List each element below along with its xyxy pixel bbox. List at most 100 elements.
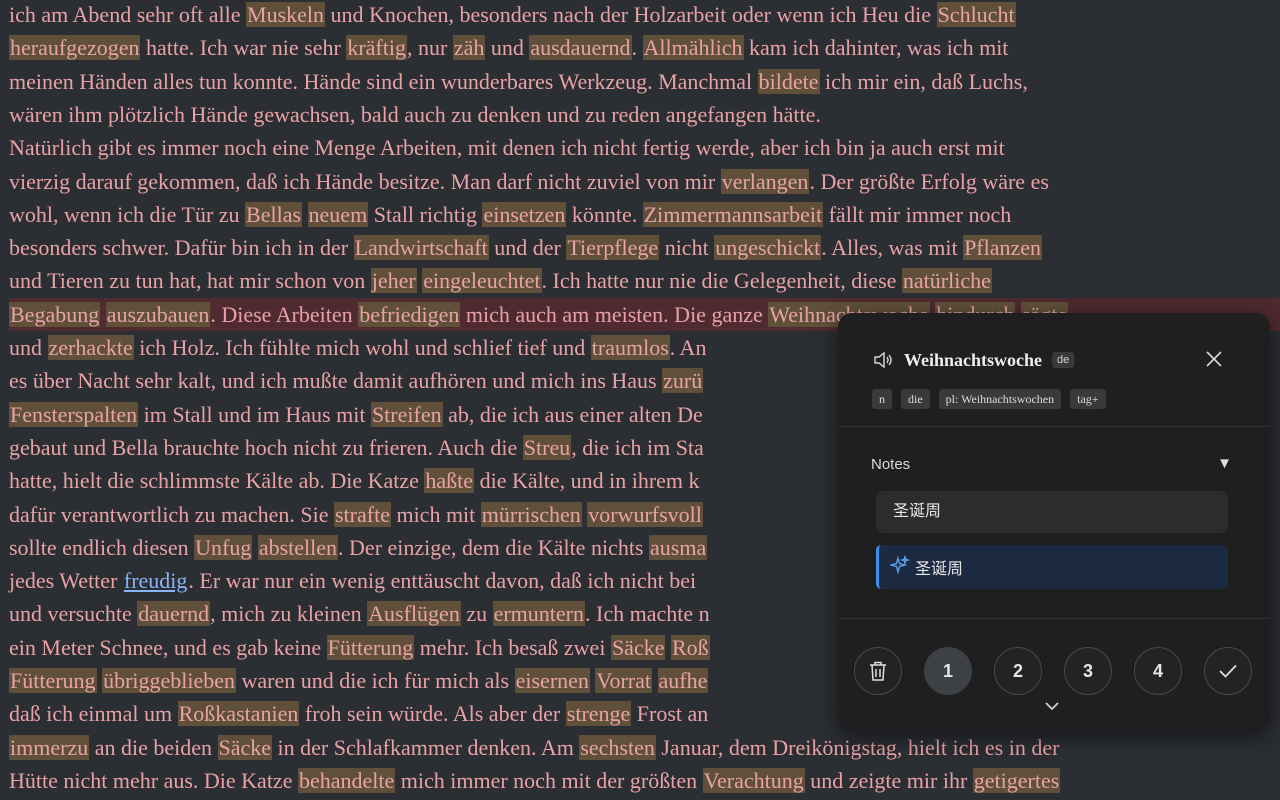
known-word[interactable]: Zimmermannsarbeit <box>642 201 824 227</box>
known-word[interactable]: abstellen <box>257 534 339 560</box>
known-word[interactable]: verlangen <box>720 168 810 194</box>
ai-suggestion[interactable]: 圣诞周 <box>876 545 1228 589</box>
tag-plural[interactable]: pl: Weihnachtswochen <box>938 389 1062 409</box>
known-word[interactable]: Tierpflege <box>566 235 660 261</box>
known-word[interactable]: eisernen <box>514 668 590 693</box>
known-word[interactable]: Begabung <box>9 301 101 327</box>
tag-pos[interactable]: n <box>872 389 892 409</box>
known-word[interactable]: Streu <box>522 434 572 460</box>
text-segment[interactable]: nicht <box>659 235 714 260</box>
known-word[interactable]: jeher <box>370 268 417 294</box>
text-segment[interactable]: mehr. Ich besaß zwei <box>414 635 611 660</box>
text-segment[interactable]: , nur <box>407 35 453 60</box>
text-segment[interactable]: , mich zu kleinen <box>210 601 367 626</box>
add-tag-button[interactable]: tag+ <box>1070 389 1106 409</box>
text-segment[interactable]: mich mit <box>391 502 481 527</box>
text-segment[interactable]: Frost an <box>631 701 709 726</box>
text-segment[interactable]: daß ich einmal um <box>9 701 178 726</box>
known-word[interactable]: kräftig <box>346 35 407 61</box>
text-segment[interactable]: mich auch am meisten. Die ganze <box>460 302 768 327</box>
text-segment[interactable]: besonders schwer. Dafür bin ich in der <box>9 235 354 260</box>
text-segment[interactable]: Januar, dem Dreikönigstag, hielt ich es … <box>656 735 1059 760</box>
known-word[interactable]: neuem <box>307 201 369 227</box>
known-word[interactable]: einsetzen <box>482 201 567 227</box>
text-segment[interactable]: ich mir ein, daß Luchs, <box>820 69 1028 94</box>
known-word[interactable]: dauernd <box>137 601 211 627</box>
known-word[interactable]: vorwurfsvoll <box>587 501 703 527</box>
text-segment[interactable]: hatte. Ich war nie sehr <box>140 35 346 60</box>
text-segment[interactable]: und versuchte <box>9 601 137 626</box>
known-word[interactable]: auszubauen <box>105 301 211 327</box>
known-word[interactable]: zerhackte <box>47 335 134 360</box>
text-segment[interactable]: jedes Wetter <box>9 568 123 593</box>
text-segment[interactable]: . Diese Arbeiten <box>210 302 358 327</box>
known-word[interactable]: ausdauernd <box>529 35 632 61</box>
text-segment[interactable]: hatte, hielt die schlimmste Kälte ab. Di… <box>9 468 424 493</box>
text-segment[interactable]: und zeigte mir ihr <box>805 768 973 793</box>
known-word[interactable]: Vorrat <box>595 668 652 693</box>
text-segment[interactable]: zu <box>461 601 493 626</box>
text-segment[interactable]: froh sein würde. Als aber der <box>299 701 565 726</box>
speaker-icon[interactable] <box>872 349 894 371</box>
text-segment[interactable]: Stall richtig <box>368 202 482 227</box>
known-word[interactable]: Streifen <box>370 401 443 427</box>
text-segment[interactable]: Natürlich gibt es immer noch eine Menge … <box>9 135 1005 160</box>
known-word[interactable]: ausma <box>649 534 708 560</box>
known-word[interactable]: strafte <box>333 501 391 527</box>
text-segment[interactable]: die Kälte, und in ihrem k <box>474 468 700 493</box>
text-segment[interactable]: . Alles, was mit <box>821 235 963 260</box>
text-segment[interactable]: und Knochen, besonders nach der Holzarbe… <box>325 2 937 27</box>
text-segment[interactable]: in der Schlafkammer denken. Am <box>272 735 579 760</box>
selected-word[interactable]: freudig <box>123 568 189 593</box>
text-segment[interactable]: . An <box>670 335 707 360</box>
known-word[interactable]: immerzu <box>9 734 90 760</box>
text-segment[interactable]: waren und die ich für mich als <box>236 668 515 693</box>
known-word[interactable]: Säcke <box>610 634 666 660</box>
mark-known-button[interactable] <box>1204 647 1252 695</box>
known-word[interactable]: Pflanzen <box>963 235 1043 261</box>
text-segment[interactable]: ich am Abend sehr oft alle <box>9 2 246 27</box>
known-word[interactable]: heraufgezogen <box>9 35 141 61</box>
text-segment[interactable]: kam ich dahinter, was ich mit <box>744 35 1008 60</box>
known-word[interactable]: bildete <box>757 68 820 94</box>
text-segment[interactable]: sollte endlich diesen <box>9 535 194 560</box>
level-2-button[interactable]: 2 <box>994 647 1042 695</box>
text-segment[interactable]: . Der einzige, dem die Kälte nichts <box>338 535 649 560</box>
known-word[interactable]: behandelte <box>297 767 396 793</box>
known-word[interactable]: sechsten <box>579 734 656 760</box>
known-word[interactable]: Ausflügen <box>367 601 461 627</box>
known-word[interactable]: Allmählich <box>642 35 744 61</box>
text-segment[interactable] <box>652 668 658 693</box>
known-word[interactable]: haßte <box>424 468 475 494</box>
delete-button[interactable] <box>854 647 902 695</box>
text-segment[interactable]: ein Meter Schnee, und es gab keine <box>9 635 327 660</box>
text-segment[interactable]: . Er war nur ein wenig enttäuscht davon,… <box>188 568 696 593</box>
known-word[interactable]: übriggeblieben <box>102 668 237 693</box>
text-segment[interactable]: , die ich im Sta <box>571 435 704 460</box>
known-word[interactable]: getigertes <box>972 767 1061 793</box>
text-segment[interactable]: und der <box>489 235 567 260</box>
known-word[interactable]: zäh <box>452 35 486 61</box>
known-word[interactable]: Fensterspalten <box>9 401 139 427</box>
known-word[interactable]: Fütterung <box>326 634 415 660</box>
text-segment[interactable]: mich immer noch mit der größten <box>395 768 702 793</box>
known-word[interactable]: Roßkastanien <box>177 701 300 727</box>
text-segment[interactable]: gebaut und Bella brauchte hoch nicht zu … <box>9 435 523 460</box>
text-segment[interactable]: und <box>485 35 529 60</box>
text-segment[interactable] <box>302 202 308 227</box>
chevron-down-icon[interactable] <box>1043 699 1061 711</box>
text-segment[interactable]: im Stall und im Haus mit <box>138 402 371 427</box>
known-word[interactable]: ermuntern <box>492 601 585 627</box>
text-segment[interactable]: fällt mir immer noch <box>823 202 1012 227</box>
text-segment[interactable]: wohl, wenn ich die Tür zu <box>9 202 245 227</box>
level-3-button[interactable]: 3 <box>1064 647 1112 695</box>
level-4-button[interactable]: 4 <box>1134 647 1182 695</box>
text-segment[interactable]: . Ich machte n <box>585 601 710 626</box>
known-word[interactable]: traumlos <box>590 335 670 360</box>
text-segment[interactable]: und <box>9 335 48 360</box>
text-segment[interactable]: Hütte nicht mehr aus. Die Katze <box>9 768 298 793</box>
level-1-button[interactable]: 1 <box>924 647 972 695</box>
known-word[interactable]: Muskeln <box>246 2 326 27</box>
known-word[interactable]: Säcke <box>217 734 273 760</box>
text-segment[interactable]: dafür verantwortlich zu machen. Sie <box>9 502 334 527</box>
